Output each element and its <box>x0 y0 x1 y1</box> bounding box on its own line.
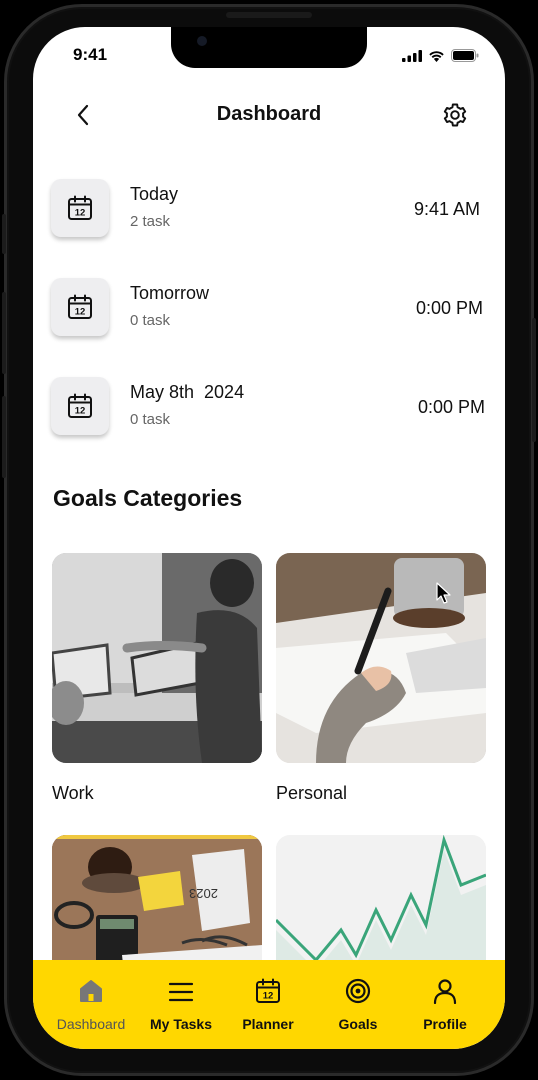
user-icon <box>433 979 457 1004</box>
calendar-badge: 12 <box>51 179 109 237</box>
tab-planner[interactable]: 12 Planner <box>223 972 313 1032</box>
tab-my-tasks[interactable]: My Tasks <box>136 972 226 1032</box>
target-icon <box>345 978 371 1004</box>
calendar-number: 12 <box>263 991 274 1002</box>
tab-label: My Tasks <box>150 1016 212 1032</box>
tab-label: Planner <box>242 1016 294 1032</box>
office-laptop-illustration <box>52 553 262 763</box>
tab-profile[interactable]: Profile <box>400 972 490 1032</box>
status-icons <box>402 49 479 62</box>
schedule-label: Tomorrow <box>130 283 210 303</box>
notch <box>171 27 367 68</box>
screen: 9:41 Dashboard 12 Today 2 task 9:41 AM 1… <box>33 27 505 1049</box>
schedule-time: 0:00 PM <box>417 397 485 417</box>
speaker-grille <box>226 12 312 18</box>
calendar-number: 12 <box>75 208 86 219</box>
writing-desk-illustration <box>276 553 486 763</box>
volume-up-button <box>2 292 6 374</box>
volume-down-button <box>2 396 6 478</box>
list-icon <box>168 982 194 1002</box>
calendar-icon: 12 <box>256 978 280 1003</box>
schedule-row-date[interactable]: 12 May 8th 2024 0 task 0:00 PM <box>51 377 485 437</box>
status-time: 9:41 <box>73 45 108 64</box>
wifi-icon <box>429 50 444 62</box>
calendar-icon: 12 <box>68 195 92 220</box>
tab-dashboard[interactable]: Dashboard <box>46 972 136 1032</box>
schedule-row-today[interactable]: 12 Today 2 task 9:41 AM <box>51 179 483 239</box>
settings-button[interactable] <box>441 101 469 129</box>
calendar-badge: 12 <box>51 377 109 435</box>
bottom-tab-bar: Dashboard My Tasks 12 Planner Goals Prof… <box>33 960 505 1049</box>
page-title: Dashboard <box>216 103 322 125</box>
work-image <box>52 553 262 763</box>
schedule-task-count: 2 task <box>130 213 171 230</box>
schedule-task-count: 0 task <box>130 312 171 329</box>
schedule-time: 9:41 AM <box>413 199 480 219</box>
goal-card-label: Personal <box>276 783 348 803</box>
signal-icon <box>402 49 422 62</box>
calendar-number: 12 <box>75 406 86 417</box>
personal-image <box>276 553 486 763</box>
calendar-number: 12 <box>75 307 86 318</box>
battery-icon <box>451 49 479 62</box>
gear-icon <box>443 103 467 127</box>
schedule-time: 0:00 PM <box>415 298 483 318</box>
schedule-task-count: 0 task <box>130 411 171 428</box>
goals-section-title: Goals Categories <box>53 485 243 511</box>
schedule-label: May 8th 2024 <box>130 382 245 402</box>
home-icon <box>80 980 102 1002</box>
front-camera <box>197 36 207 46</box>
tab-goals[interactable]: Goals <box>313 972 403 1032</box>
calendar-badge: 12 <box>51 278 109 336</box>
desk-calendar-year: 2023 <box>189 886 218 901</box>
tab-label: Dashboard <box>56 1016 126 1032</box>
header: Dashboard <box>33 93 505 137</box>
mouse-cursor-icon <box>436 582 451 604</box>
calendar-icon: 12 <box>68 393 92 418</box>
tab-label: Profile <box>423 1016 467 1032</box>
schedule-label: Today <box>130 184 179 204</box>
silent-switch <box>2 214 6 254</box>
goal-card-label: Work <box>52 783 94 803</box>
goal-card-work[interactable]: Work <box>52 553 262 804</box>
tab-label: Goals <box>338 1016 378 1032</box>
calendar-icon: 12 <box>68 294 92 319</box>
schedule-row-tomorrow[interactable]: 12 Tomorrow 0 task 0:00 PM <box>51 278 483 338</box>
power-button <box>532 318 536 442</box>
goal-card-personal[interactable]: Personal <box>276 553 486 804</box>
